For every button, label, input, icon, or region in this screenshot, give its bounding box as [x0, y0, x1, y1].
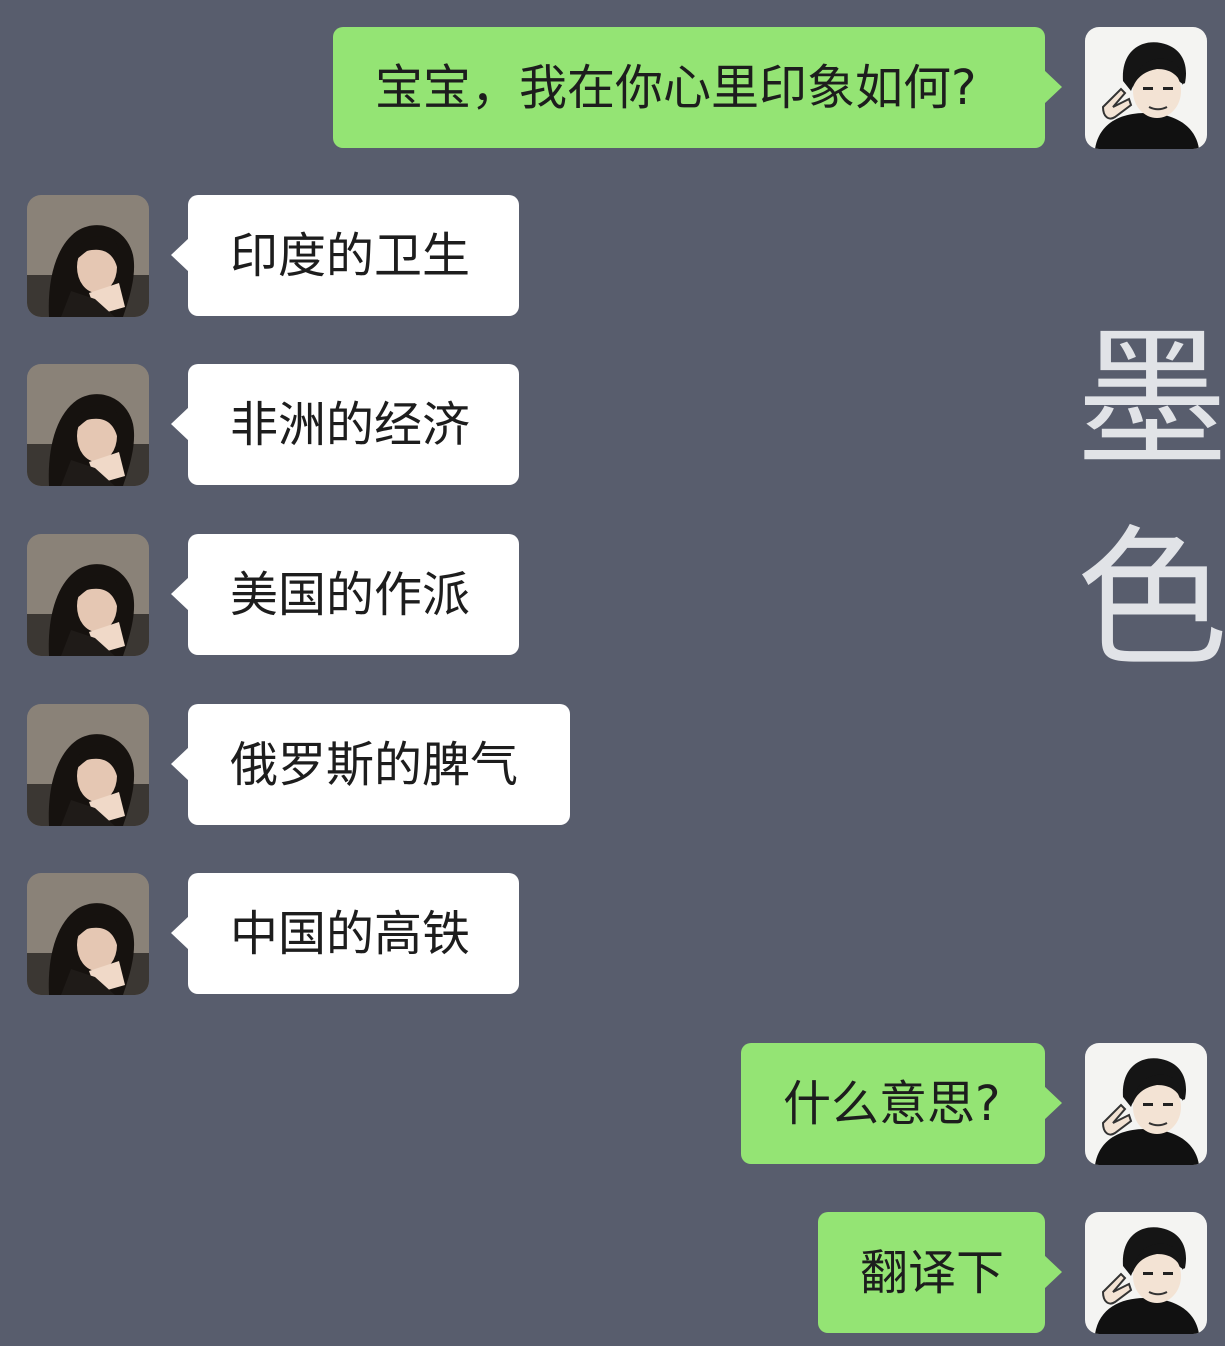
message-bubble-incoming[interactable]: 中国的高铁 [171, 873, 519, 994]
message-text: 宝宝，我在你心里印象如何? [375, 59, 977, 116]
woman-photo-avatar-icon [27, 534, 149, 656]
watermark-char-1: 墨 [1076, 311, 1225, 488]
my-avatar[interactable] [1085, 1043, 1207, 1165]
her-avatar[interactable] [27, 704, 149, 826]
woman-photo-avatar-icon [27, 873, 149, 995]
message-text: 什么意思? [783, 1075, 1001, 1132]
message-text: 中国的高铁 [230, 905, 471, 962]
message-bubble-outgoing[interactable]: 宝宝，我在你心里印象如何? [333, 27, 1062, 148]
her-avatar[interactable] [27, 195, 149, 317]
message-text: 非洲的经济 [230, 396, 471, 453]
cartoon-man-avatar-icon [1085, 1043, 1207, 1165]
message-bubble-outgoing[interactable]: 翻译下 [818, 1212, 1062, 1333]
message-bubble-incoming[interactable]: 俄罗斯的脾气 [171, 704, 570, 825]
watermark: 墨 色 [1076, 300, 1225, 700]
message-bubble-outgoing[interactable]: 什么意思? [741, 1043, 1062, 1164]
message-bubble-incoming[interactable]: 印度的卫生 [171, 195, 519, 316]
message-bubble-incoming[interactable]: 美国的作派 [171, 534, 519, 655]
woman-photo-avatar-icon [27, 704, 149, 826]
my-avatar[interactable] [1085, 27, 1207, 149]
message-text: 印度的卫生 [230, 227, 471, 284]
my-avatar[interactable] [1085, 1212, 1207, 1334]
cartoon-man-avatar-icon [1085, 1212, 1207, 1334]
message-bubble-incoming[interactable]: 非洲的经济 [171, 364, 519, 485]
cartoon-man-avatar-icon [1085, 27, 1207, 149]
woman-photo-avatar-icon [27, 364, 149, 486]
watermark-char-2: 色 [1076, 511, 1225, 688]
message-text: 翻译下 [860, 1244, 1005, 1301]
her-avatar[interactable] [27, 364, 149, 486]
message-text: 俄罗斯的脾气 [230, 736, 519, 793]
her-avatar[interactable] [27, 534, 149, 656]
message-text: 美国的作派 [230, 566, 471, 623]
chat-area: 宝宝，我在你心里印象如何? 印度的卫生 非洲的经济 美国的作派 俄罗斯的脾气 中… [0, 0, 1225, 1346]
her-avatar[interactable] [27, 873, 149, 995]
woman-photo-avatar-icon [27, 195, 149, 317]
